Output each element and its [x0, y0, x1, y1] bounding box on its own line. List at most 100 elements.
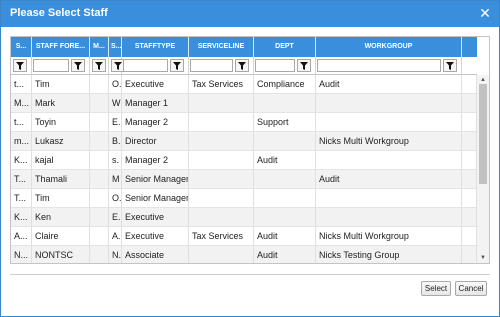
column-header[interactable]: STAFFTYPE — [122, 37, 189, 57]
table-row[interactable]: A... Claire A. Executive Tax Services Audit Ni… — [11, 227, 477, 246]
column-header[interactable]: M... — [90, 37, 109, 57]
table-row[interactable]: t... Toyin E. Manager 2 Support — [11, 113, 477, 132]
dialog-titlebar: Please Select Staff ✕ — [1, 1, 499, 27]
table-cell — [90, 132, 109, 150]
table-cell: Nicks Multi Workgroup — [316, 132, 462, 150]
table-row[interactable]: m... Lukasz B. Director Nicks Multi Workgrou… — [11, 132, 477, 151]
table-row[interactable]: M... Mark W Manager 1 — [11, 94, 477, 113]
table-cell — [316, 94, 462, 112]
table-cell — [90, 94, 109, 112]
table-cell: K... — [11, 151, 32, 169]
table-cell: M — [109, 170, 122, 188]
table-cell: W — [109, 94, 122, 112]
table-cell: A... — [11, 227, 32, 245]
staff-grid: S... STAFF FORE... M... S... STAFFTYPE SERVIC… — [10, 36, 490, 264]
filter-input[interactable] — [255, 59, 295, 72]
table-cell — [254, 170, 316, 188]
table-cell — [90, 246, 109, 263]
table-cell — [90, 208, 109, 226]
table-cell — [189, 94, 254, 112]
table-cell: Tax Services — [189, 75, 254, 93]
table-cell: Executive — [122, 75, 189, 93]
table-cell — [90, 75, 109, 93]
filter-input[interactable] — [123, 59, 168, 72]
table-cell: Audit — [254, 246, 316, 263]
table-cell: O. — [109, 75, 122, 93]
column-header[interactable]: SERVICELINE — [189, 37, 254, 57]
table-cell: Senior Manager — [122, 170, 189, 188]
table-cell — [189, 246, 254, 263]
filter-icon[interactable] — [235, 59, 249, 72]
table-cell — [316, 151, 462, 169]
table-cell: Executive — [122, 208, 189, 226]
table-cell: Nicks Multi Workgroup — [316, 227, 462, 245]
column-header[interactable]: WORKGROUP — [316, 37, 462, 57]
cancel-button[interactable]: Cancel — [455, 281, 487, 296]
column-header[interactable]: S... — [11, 37, 32, 57]
table-cell: M... — [11, 94, 32, 112]
filter-icon[interactable] — [443, 59, 457, 72]
table-row[interactable]: t... Tim O. Executive Tax Services Compliance… — [11, 75, 477, 94]
filter-icon[interactable] — [13, 59, 27, 72]
scroll-down-icon[interactable]: ▼ — [479, 254, 487, 262]
filter-icon[interactable] — [71, 59, 85, 72]
table-cell — [316, 208, 462, 226]
table-cell: m... — [11, 132, 32, 150]
table-cell — [254, 94, 316, 112]
column-header[interactable]: STAFF FORE... — [32, 37, 90, 57]
vertical-scrollbar[interactable]: ▲ ▼ — [476, 75, 489, 263]
table-cell: T... — [11, 189, 32, 207]
table-cell: kajal — [32, 151, 90, 169]
table-cell — [90, 151, 109, 169]
table-cell: Manager 1 — [122, 94, 189, 112]
table-cell — [316, 113, 462, 131]
column-header[interactable]: S... — [109, 37, 122, 57]
filter-cell — [316, 57, 462, 75]
table-cell: Executive — [122, 227, 189, 245]
table-cell: Tim — [32, 189, 90, 207]
table-cell — [316, 189, 462, 207]
table-cell: NONTSC — [32, 246, 90, 263]
select-staff-dialog: Please Select Staff ✕ S... STAFF FORE... M… — [0, 0, 500, 317]
table-row[interactable]: N... NONTSC N. Associate Audit Nicks Testing … — [11, 246, 477, 263]
table-cell: Toyin — [32, 113, 90, 131]
table-cell: T... — [11, 170, 32, 188]
table-cell: Manager 2 — [122, 151, 189, 169]
filter-icon[interactable] — [297, 59, 311, 72]
table-cell — [90, 227, 109, 245]
table-cell — [254, 189, 316, 207]
table-cell: Manager 2 — [122, 113, 189, 131]
filter-cell — [11, 57, 32, 75]
table-cell — [90, 113, 109, 131]
table-cell: N. — [109, 246, 122, 263]
scroll-thumb[interactable] — [479, 84, 487, 184]
grid-header: S... STAFF FORE... M... S... STAFFTYPE SERVIC… — [11, 37, 477, 57]
column-header[interactable]: DEPT — [254, 37, 316, 57]
table-cell: Lukasz — [32, 132, 90, 150]
filter-input[interactable] — [317, 59, 441, 72]
table-cell: Ken — [32, 208, 90, 226]
table-cell: E. — [109, 208, 122, 226]
table-cell: Audit — [316, 170, 462, 188]
table-cell: Claire — [32, 227, 90, 245]
filter-icon[interactable] — [92, 59, 106, 72]
table-row[interactable]: T... Tim O. Senior Manager — [11, 189, 477, 208]
filter-cell — [90, 57, 109, 75]
table-cell: Associate — [122, 246, 189, 263]
table-cell: Audit — [254, 227, 316, 245]
table-cell: Support — [254, 113, 316, 131]
close-icon[interactable]: ✕ — [477, 5, 493, 21]
filter-input[interactable] — [190, 59, 233, 72]
scroll-up-icon[interactable]: ▲ — [479, 76, 487, 84]
table-row[interactable]: K... Ken E. Executive — [11, 208, 477, 227]
table-cell — [189, 170, 254, 188]
table-cell: Tim — [32, 75, 90, 93]
filter-input[interactable] — [33, 59, 69, 72]
table-row[interactable]: T... Thamali M Senior Manager Audit — [11, 170, 477, 189]
table-row[interactable]: K... kajal s. Manager 2 Audit — [11, 151, 477, 170]
table-cell: N... — [11, 246, 32, 263]
table-cell — [189, 132, 254, 150]
select-button[interactable]: Select — [421, 281, 451, 296]
filter-icon[interactable] — [170, 59, 184, 72]
table-cell: Thamali — [32, 170, 90, 188]
